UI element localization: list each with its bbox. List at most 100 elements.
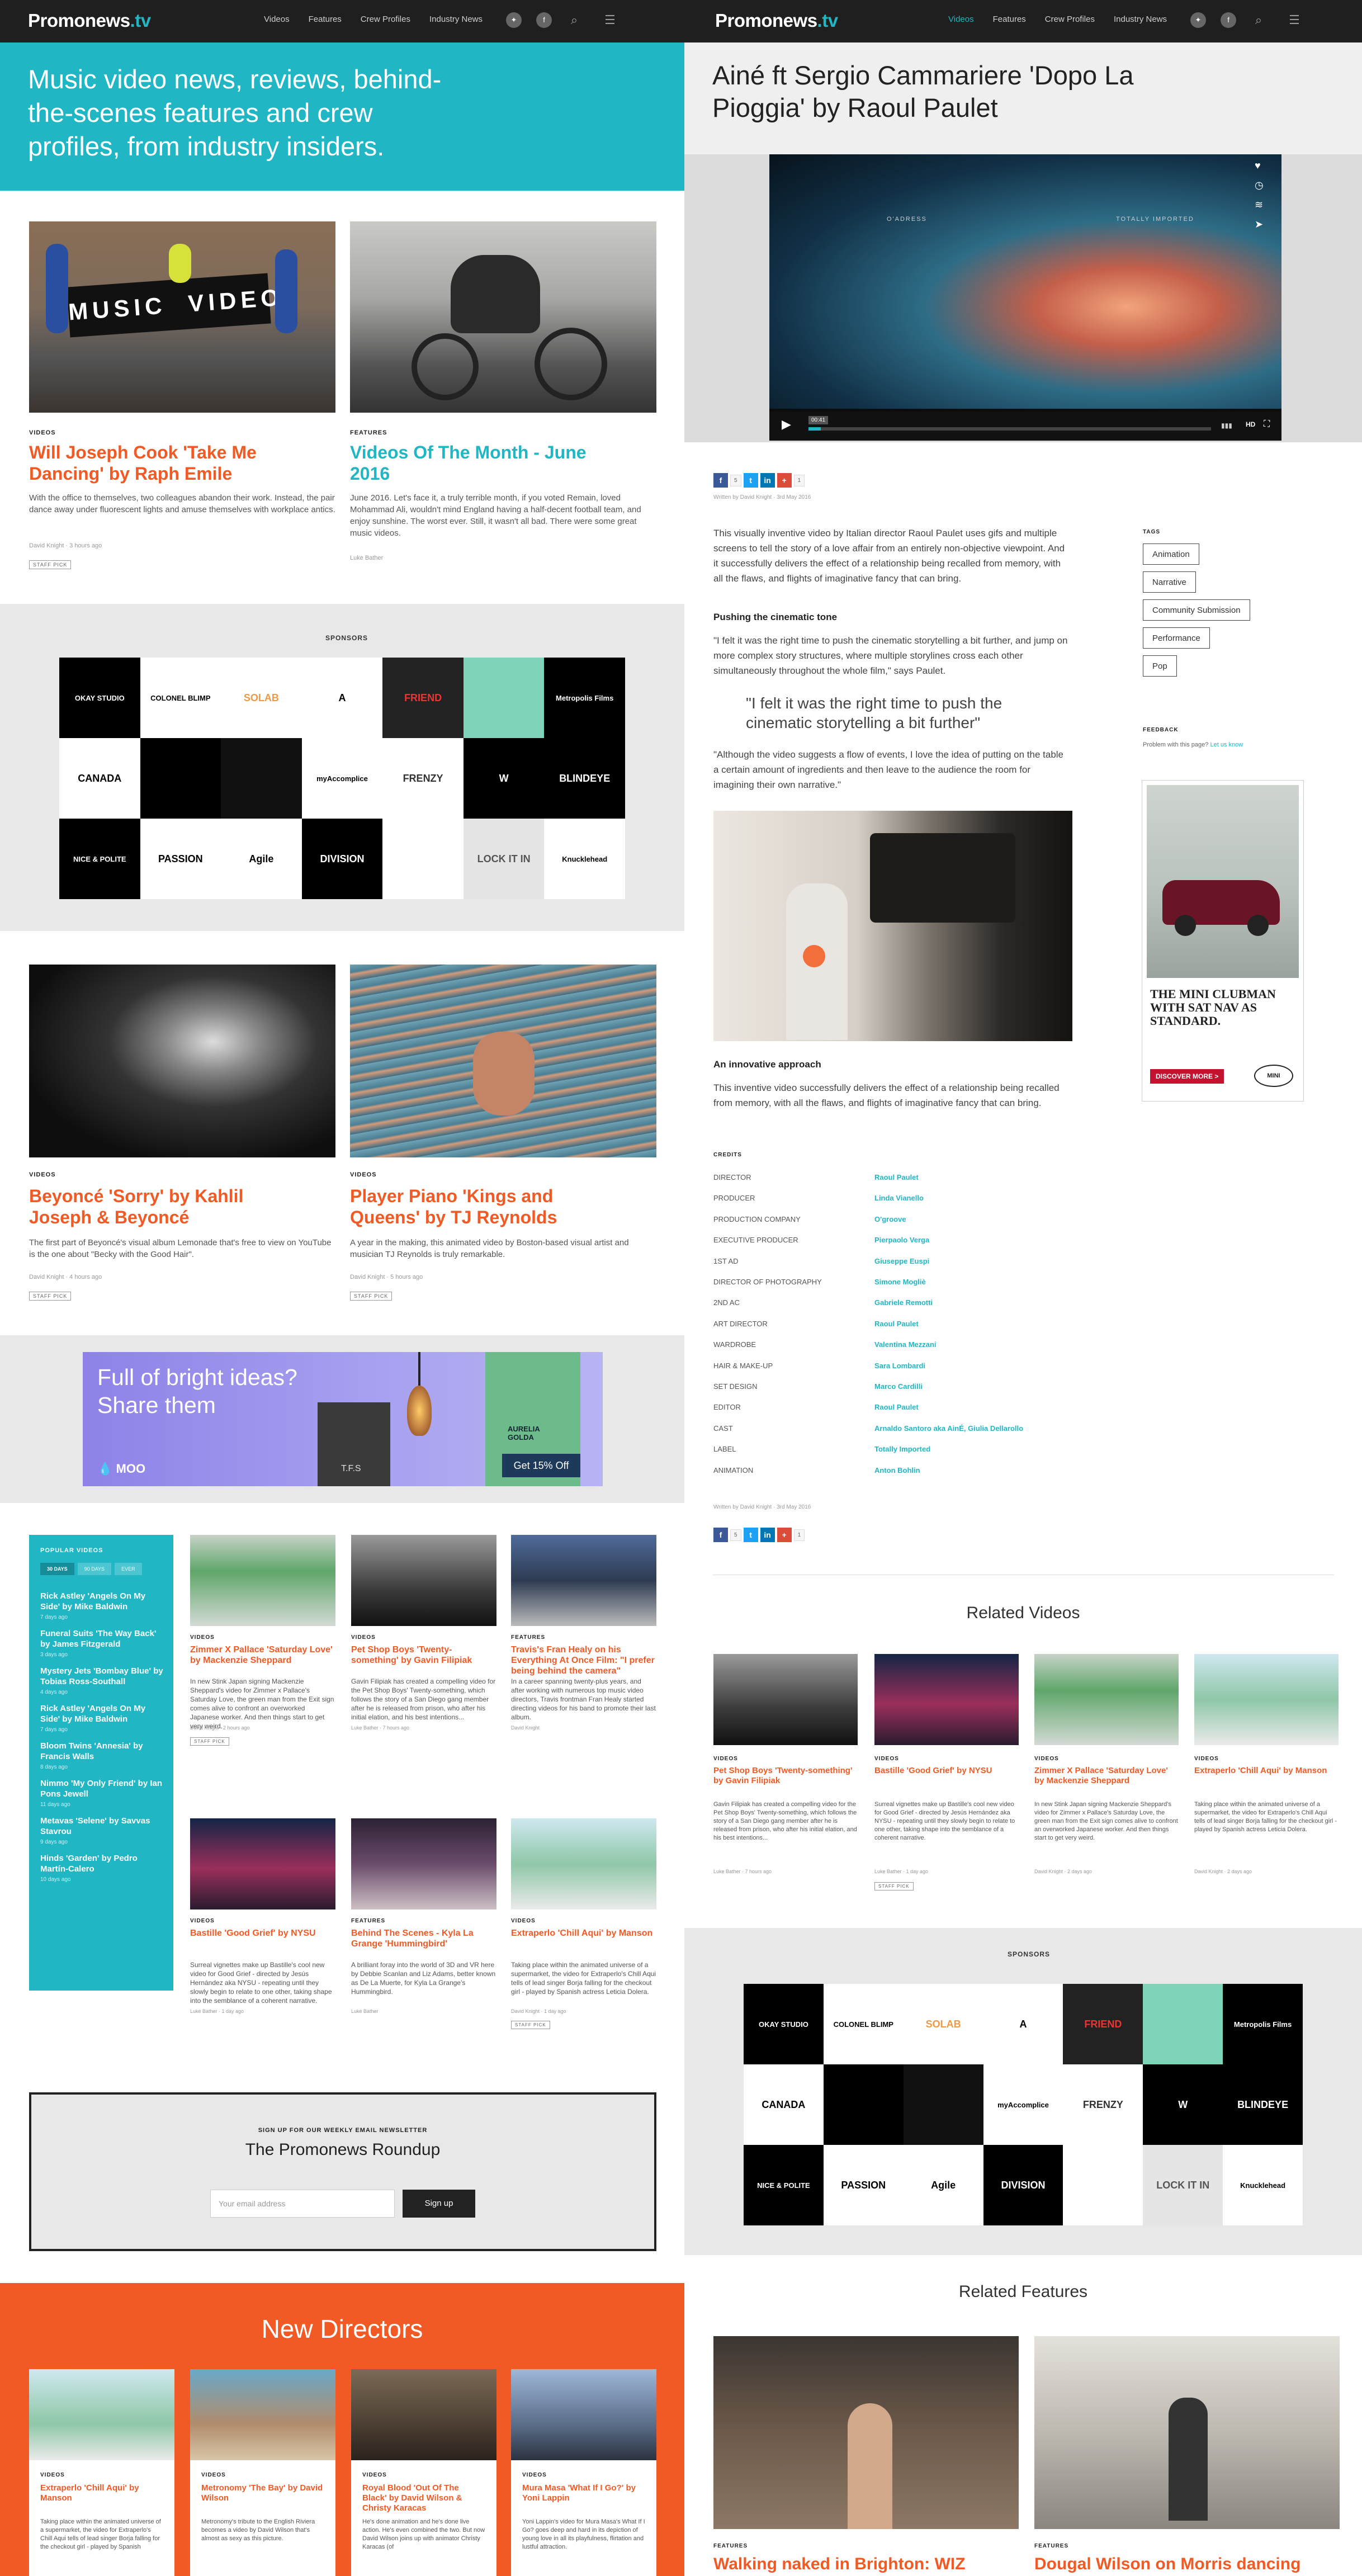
staff-pick-badge[interactable]: STAFF PICK [874,1882,914,1890]
credit-name-link[interactable]: Totally Imported [874,1445,930,1453]
facebook-share-icon[interactable]: f [713,473,728,488]
credit-name-link[interactable]: Giuseppe Euspi [874,1257,929,1265]
card-title[interactable]: Behind The Scenes - Kyla La Grange 'Humm… [351,1928,496,1949]
googleplus-share-icon[interactable]: + [777,473,792,488]
popular-item[interactable]: Metavas 'Selene' by Savvas Stavrou 9 days… [40,1816,163,1845]
feature-title[interactable]: Dougal Wilson on Morris dancing [1034,2554,1340,2574]
card-title[interactable]: Extraperlo 'Chill Aqui' by Manson [511,1928,656,1939]
mini-ad-cta[interactable]: DISCOVER MORE > [1150,1069,1224,1084]
sponsor-logo[interactable]: Metropolis Films [1223,1984,1303,2064]
related-video-image[interactable] [1194,1654,1339,1745]
twitter-share-icon[interactable]: t [743,473,758,488]
nav-industry-news[interactable]: Industry News [429,15,483,24]
sponsor-logo[interactable]: PASSION [140,819,221,899]
mini-advert[interactable]: THE MINI CLUBMAN WITH SAT NAV AS STANDAR… [1142,780,1304,1102]
staff-pick-badge[interactable]: STAFF PICK [29,1292,72,1301]
linkedin-share-icon[interactable]: in [760,1528,775,1542]
sponsor-logo[interactable]: FRENZY [1063,2064,1143,2145]
tab-30-days[interactable]: 30 DAYS [40,1563,74,1575]
sponsor-logo[interactable]: CANADA [744,2064,824,2145]
tag-chip[interactable]: Pop [1143,655,1177,677]
credit-name-link[interactable]: Raoul Paulet [874,1173,919,1181]
linkedin-share-icon[interactable]: in [760,473,775,488]
volume-icon[interactable]: ▮▮▮ [1221,422,1232,429]
popular-item[interactable]: Hinds 'Garden' by Pedro Martín-Calero 10 … [40,1853,163,1883]
sponsor-logo[interactable]: CANADA [59,738,140,819]
menu-icon[interactable]: ☰ [602,12,618,28]
sponsor-logo[interactable] [903,2064,983,2145]
tag-chip[interactable]: Narrative [1143,571,1196,593]
credit-name-link[interactable]: Pierpaolo Verga [874,1236,929,1244]
sponsor-logo[interactable]: COLONEL BLIMP [140,658,221,738]
sponsor-logo[interactable]: OKAY STUDIO [59,658,140,738]
card-title[interactable]: Metronomy 'The Bay' by David Wilson [201,2483,324,2503]
card-title[interactable]: Travis's Fran Healy on his Everything At… [511,1644,656,1677]
tab-ever[interactable]: EVER [115,1563,142,1575]
sponsor-logo[interactable]: DIVISION [983,2145,1063,2225]
progress-bar[interactable] [808,427,1211,431]
popular-item[interactable]: Funeral Suits 'The Way Back' by James Fi… [40,1628,163,1658]
related-video-image[interactable] [874,1654,1019,1745]
related-video-image[interactable] [1034,1654,1179,1745]
popular-item[interactable]: Nimmo 'My Only Friend' by Ian Pons Jewel… [40,1778,163,1808]
credit-name-link[interactable]: Sara Lombardi [874,1362,925,1370]
card-image[interactable] [190,1535,335,1626]
related-video-image[interactable] [713,1654,858,1745]
feature-image-morris-dancing[interactable] [1034,2336,1340,2529]
signup-button[interactable]: Sign up [403,2190,475,2218]
googleplus-share-icon[interactable]: + [777,1528,792,1542]
sponsor-logo[interactable]: LOCK IT IN [1143,2145,1223,2225]
sponsor-logo[interactable] [463,658,545,738]
sponsor-logo[interactable]: OKAY STUDIO [744,1984,824,2064]
play-icon[interactable]: ▶ [782,417,800,435]
card-title[interactable]: Zimmer X Pallace 'Saturday Love' by Mack… [190,1644,335,1666]
card-image-take-me-dancing[interactable]: MUSIC VIDEO [29,221,335,413]
card-image-kings-and-queens[interactable] [350,965,656,1157]
card-title[interactable]: Extraperlo 'Chill Aqui' by Manson [40,2483,163,2503]
card-image[interactable] [511,1535,656,1626]
watch-later-icon[interactable]: ◷ [1255,179,1264,191]
popular-item[interactable]: Mystery Jets 'Bombay Blue' by Tobias Ros… [40,1666,163,1695]
facebook-icon[interactable]: f [536,12,552,28]
sponsor-logo[interactable]: Knucklehead [544,819,625,899]
sponsor-logo[interactable]: PASSION [823,2145,904,2225]
credit-name-link[interactable]: Marco Cardilli [874,1382,923,1391]
collections-icon[interactable]: ≋ [1255,199,1264,211]
twitter-icon[interactable]: ✦ [506,12,522,28]
staff-pick-badge[interactable]: STAFF PICK [190,1737,229,1746]
credit-name-link[interactable]: Linda Vianello [874,1194,924,1202]
sponsor-logo[interactable]: A [301,658,383,738]
video-player[interactable]: O'ADRESS TOTALLY IMPORTED ♥ ◷ ≋ ➤ ▶ 00:4… [769,154,1281,441]
card-title[interactable]: Beyoncé 'Sorry' by Kahlil Joseph & Beyon… [29,1185,297,1228]
site-logo[interactable]: Promonews.tv [28,10,151,31]
nav-videos[interactable]: Videos [948,15,974,24]
sponsor-logo[interactable]: NICE & POLITE [59,819,140,899]
search-icon[interactable]: ⌕ [1251,12,1266,28]
sponsor-logo[interactable]: Metropolis Films [544,658,625,738]
tab-90-days[interactable]: 90 DAYS [77,1563,112,1575]
card-image-videos-of-the-month[interactable] [350,221,656,413]
popular-item[interactable]: Bloom Twins 'Annesia' by Francis Walls 8 … [40,1741,163,1770]
facebook-share-icon[interactable]: f [713,1528,728,1542]
sponsor-logo[interactable]: myAccomplice [983,2064,1063,2145]
card-title[interactable]: Will Joseph Cook 'Take Me Dancing' by Ra… [29,442,309,485]
sponsor-logo[interactable]: myAccomplice [301,738,383,819]
twitter-share-icon[interactable]: t [743,1528,758,1542]
sponsor-logo[interactable]: Knucklehead [1223,2145,1303,2225]
sponsor-logo[interactable]: FRIEND [382,658,464,738]
sponsor-logo[interactable]: BLINDEYE [544,738,625,819]
email-input[interactable]: Your email address [210,2190,395,2218]
director-card[interactable]: VIDEOS Metronomy 'The Bay' by David Wilso… [190,2369,335,2576]
credit-name-link[interactable]: Valentina Mezzani [874,1340,937,1349]
card-title[interactable]: Royal Blood 'Out Of The Black' by David … [362,2483,485,2513]
sponsor-logo[interactable]: SOLAB [221,658,302,738]
nav-crew-profiles[interactable]: Crew Profiles [361,15,410,24]
staff-pick-badge[interactable]: STAFF PICK [29,560,72,569]
staff-pick-badge[interactable]: STAFF PICK [350,1292,392,1301]
staff-pick-badge[interactable]: STAFF PICK [511,2021,550,2029]
facebook-icon[interactable]: f [1221,12,1236,28]
sponsor-logo[interactable]: W [463,738,545,819]
sponsor-logo[interactable]: BLINDEYE [1223,2064,1303,2145]
credit-name-link[interactable]: Gabriele Remotti [874,1298,933,1307]
credit-name-link[interactable]: Simone Mogliè [874,1278,926,1286]
